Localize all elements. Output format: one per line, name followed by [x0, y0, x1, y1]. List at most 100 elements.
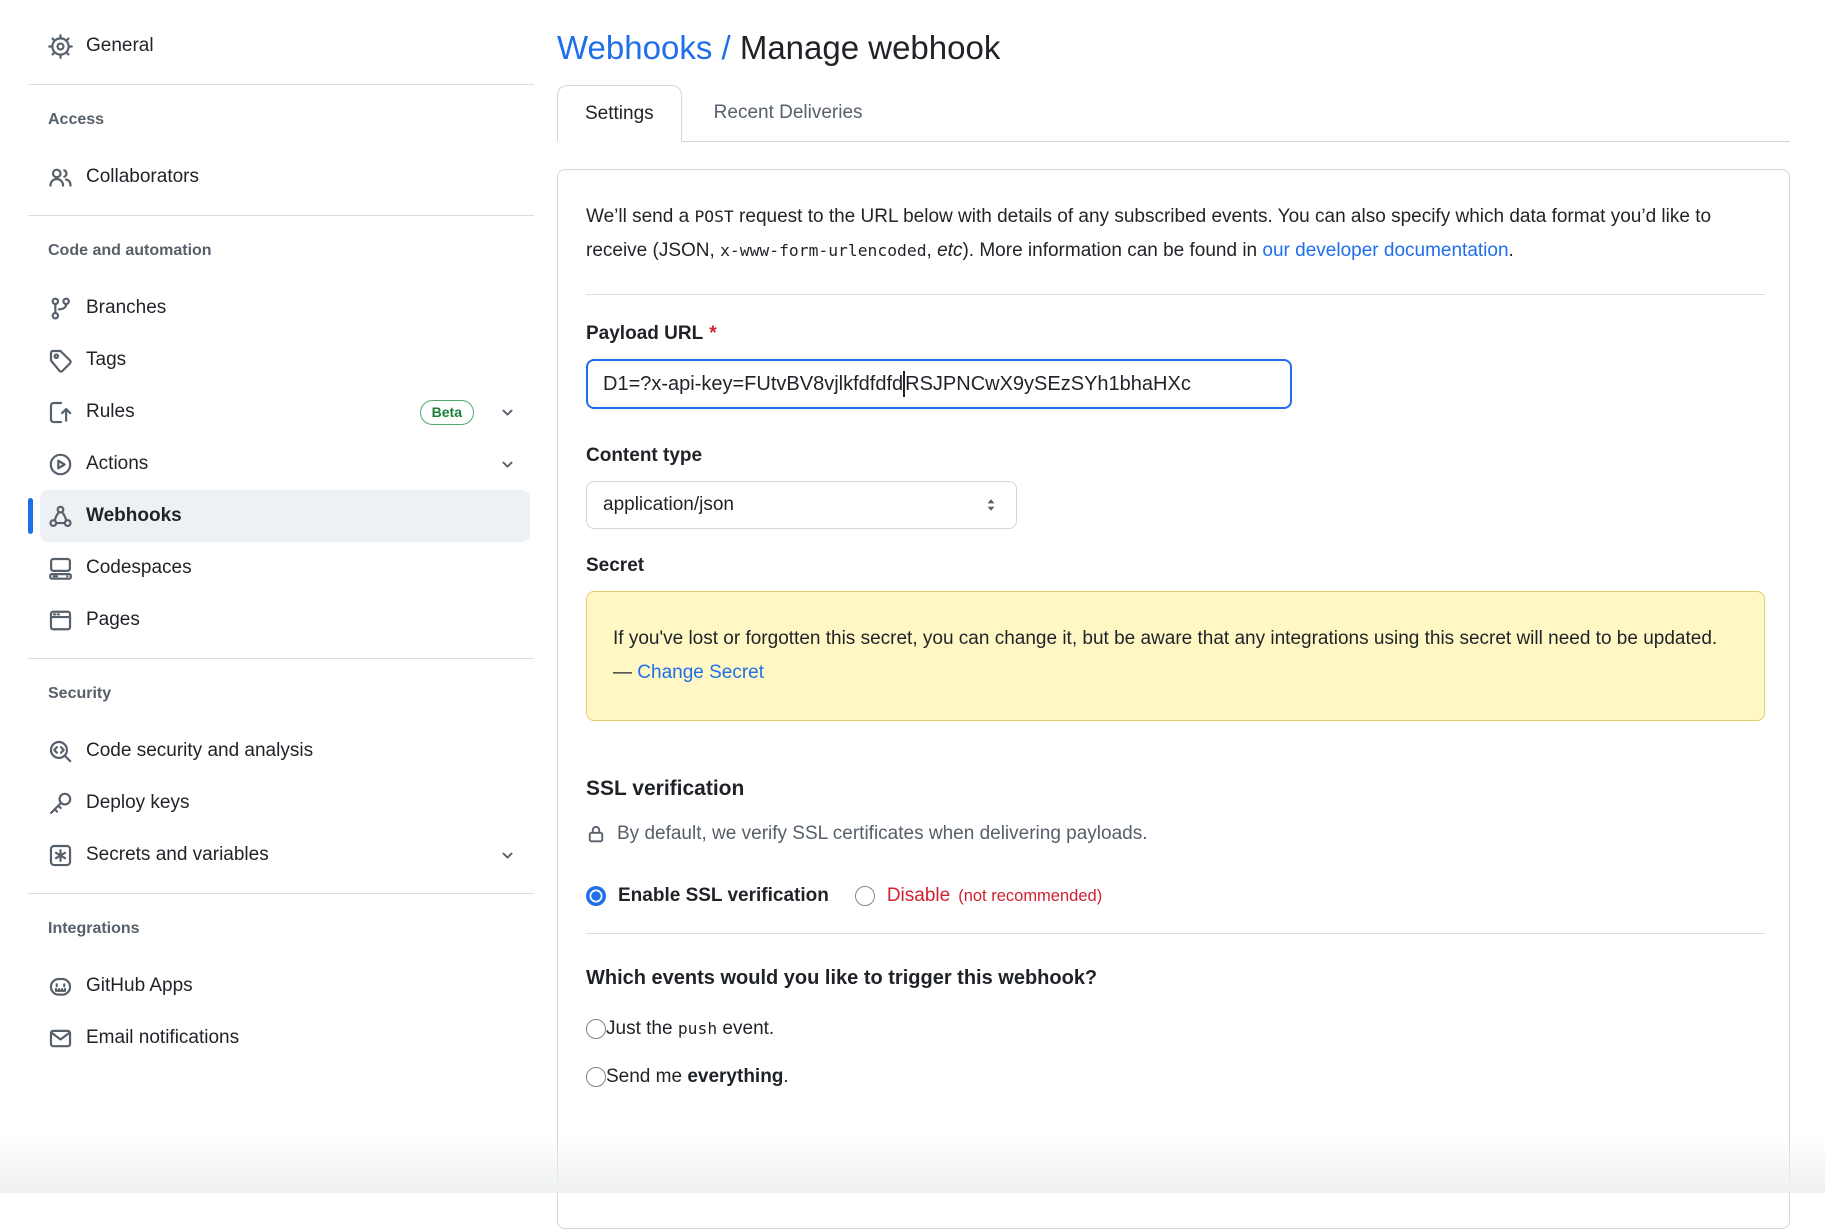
developer-documentation-link[interactable]: our developer documentation [1262, 240, 1508, 261]
section-divider [586, 933, 1765, 934]
people-icon [48, 165, 73, 190]
page-title-text: Manage webhook [731, 29, 1001, 66]
enable-ssl-radio[interactable] [586, 886, 606, 906]
sidebar-item-general[interactable]: General [40, 20, 530, 72]
settings-sidebar: General Access Collaborators Code and au… [28, 0, 534, 1064]
intro-text: , [927, 240, 938, 261]
etc-italic: etc [937, 240, 962, 261]
intro-text: We’ll send a [586, 206, 694, 227]
asterisk-box-icon [48, 843, 73, 868]
content-type-select[interactable]: application/json [586, 481, 1017, 529]
sidebar-item-github-apps[interactable]: GitHub Apps [40, 960, 530, 1012]
sidebar-section-security: Security [48, 681, 534, 707]
webhook-icon [48, 504, 73, 529]
webhook-settings-main: Webhooks / Manage webhook Settings Recen… [557, 0, 1790, 1229]
chevron-down-icon[interactable] [499, 404, 516, 421]
ssl-description-row: By default, we verify SSL certificates w… [586, 823, 1765, 845]
sidebar-item-label: Email notifications [86, 1027, 239, 1049]
key-icon [48, 791, 73, 816]
sidebar-item-label: Webhooks [86, 505, 182, 527]
sidebar-item-pages[interactable]: Pages [40, 594, 530, 646]
webhook-form-panel: We’ll send a POST request to the URL bel… [557, 169, 1790, 1229]
payload-url-input[interactable]: D1=?x-api-key=FUtvBV8vjlkfdfdfdRSJPNCwX9… [586, 359, 1292, 409]
disable-ssl-label[interactable]: Disable [887, 885, 950, 907]
required-asterisk: * [709, 323, 716, 344]
page-title: Webhooks / Manage webhook [557, 26, 1790, 70]
intro-text: ). More information can be found in [962, 240, 1262, 261]
sidebar-section-integrations: Integrations [48, 916, 534, 942]
intro-paragraph: We’ll send a POST request to the URL bel… [586, 200, 1765, 268]
git-branch-icon [48, 296, 73, 321]
send-everything-label[interactable]: Send me everything. [606, 1066, 789, 1088]
payload-url-value: RSJPNCwX9ySEzSYh1bhaHXc [905, 373, 1191, 396]
tab-recent-deliveries[interactable]: Recent Deliveries [682, 84, 895, 141]
just-push-label[interactable]: Just the push event. [606, 1018, 774, 1040]
tab-settings[interactable]: Settings [557, 85, 682, 142]
sidebar-divider [28, 215, 534, 216]
sidebar-divider [28, 84, 534, 85]
gear-icon [48, 34, 73, 59]
everything-bold: everything [687, 1066, 783, 1087]
sidebar-item-webhooks[interactable]: Webhooks [40, 490, 530, 542]
sidebar-item-label: Collaborators [86, 166, 199, 188]
intro-text: . [1509, 240, 1514, 261]
sidebar-item-email-notifications[interactable]: Email notifications [40, 1012, 530, 1064]
secret-warning-text: If you've lost or forgotten this secret,… [613, 628, 1717, 683]
sidebar-item-deploy-keys[interactable]: Deploy keys [40, 777, 530, 829]
event-option-just-push: Just the push event. [586, 1018, 1765, 1040]
push-code: push [678, 1019, 717, 1038]
sidebar-divider [28, 893, 534, 894]
sidebar-item-label: GitHub Apps [86, 975, 193, 997]
events-heading: Which events would you like to trigger t… [586, 964, 1765, 992]
sidebar-item-code-security[interactable]: Code security and analysis [40, 725, 530, 777]
payload-url-label: Payload URL* [586, 321, 1765, 347]
secret-warning-box: If you've lost or forgotten this secret,… [586, 591, 1765, 721]
send-everything-radio[interactable] [586, 1067, 606, 1087]
tag-icon [48, 348, 73, 373]
post-code: POST [694, 207, 733, 226]
breadcrumb[interactable]: Webhooks / [557, 29, 731, 66]
sidebar-item-label: Rules [86, 401, 135, 423]
sidebar-item-label: General [86, 35, 154, 57]
sidebar-item-label: Pages [86, 609, 140, 631]
sidebar-item-secrets-variables[interactable]: Secrets and variables [40, 829, 530, 881]
codespaces-icon [48, 556, 73, 581]
just-push-text: Just the [606, 1018, 678, 1039]
not-recommended-note: (not recommended) [958, 887, 1102, 906]
sidebar-item-tags[interactable]: Tags [40, 334, 530, 386]
browser-icon [48, 608, 73, 633]
sidebar-item-rules[interactable]: Rules Beta [40, 386, 530, 438]
sidebar-item-codespaces[interactable]: Codespaces [40, 542, 530, 594]
tab-bar: Settings Recent Deliveries [557, 84, 1790, 142]
payload-url-value: D1=?x-api-key=FUtvBV8vjlkfdfdfd [603, 373, 903, 396]
content-type-selected-option: application/json [603, 494, 734, 516]
sidebar-section-code-automation: Code and automation [48, 238, 534, 264]
ssl-verification-heading: SSL verification [586, 775, 1765, 803]
lock-icon [586, 824, 606, 844]
sidebar-item-label: Tags [86, 349, 126, 371]
just-push-radio[interactable] [586, 1019, 606, 1039]
sidebar-item-collaborators[interactable]: Collaborators [40, 151, 530, 203]
sidebar-item-label: Secrets and variables [86, 844, 269, 866]
chevron-down-icon[interactable] [499, 456, 516, 473]
sidebar-item-branches[interactable]: Branches [40, 282, 530, 334]
just-push-text: event. [717, 1018, 774, 1039]
hubot-icon [48, 974, 73, 999]
ssl-radio-group: Enable SSL verification Disable (not rec… [586, 885, 1765, 907]
play-icon [48, 452, 73, 477]
event-option-everything: Send me everything. [586, 1066, 1765, 1088]
send-everything-text: . [783, 1066, 788, 1087]
form-divider [586, 294, 1765, 295]
sidebar-item-actions[interactable]: Actions [40, 438, 530, 490]
sidebar-item-label: Code security and analysis [86, 740, 313, 762]
codescan-icon [48, 739, 73, 764]
content-type-label: Content type [586, 443, 1765, 469]
rules-icon [48, 400, 73, 425]
chevron-down-icon[interactable] [499, 847, 516, 864]
enable-ssl-label[interactable]: Enable SSL verification [618, 885, 829, 907]
disable-ssl-radio[interactable] [855, 886, 875, 906]
beta-badge: Beta [420, 400, 474, 425]
mail-icon [48, 1026, 73, 1051]
sidebar-section-access: Access [48, 107, 534, 133]
change-secret-link[interactable]: Change Secret [637, 662, 764, 683]
